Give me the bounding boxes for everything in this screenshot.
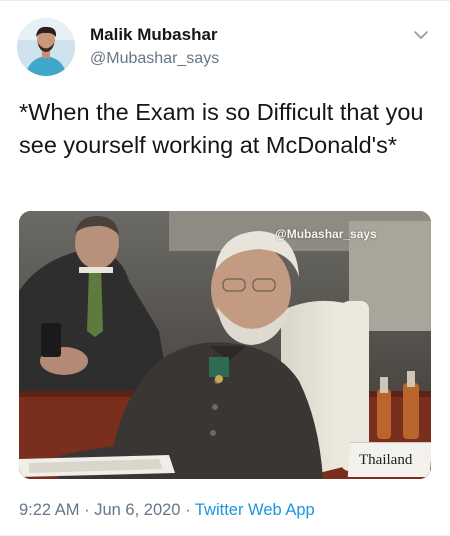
tweet-menu-button[interactable]	[410, 24, 432, 46]
tweet-card: Malik Mubashar @Mubashar_says *When the …	[0, 0, 450, 536]
tweet-date[interactable]: Jun 6, 2020	[94, 501, 180, 519]
user-handle[interactable]: @Mubashar_says	[90, 50, 219, 68]
meta-separator: ·	[84, 501, 90, 519]
nameplate-text: Thailand	[359, 452, 413, 468]
tweet-time[interactable]: 9:22 AM	[19, 501, 80, 519]
avatar-image	[17, 18, 75, 76]
display-name[interactable]: Malik Mubashar	[90, 25, 218, 45]
source-app-link[interactable]: Twitter Web App	[195, 501, 315, 519]
media-photo	[19, 211, 431, 479]
tweet-metadata: 9:22 AM · Jun 6, 2020 · Twitter Web App	[19, 501, 315, 520]
meta-separator: ·	[185, 501, 191, 519]
avatar[interactable]	[17, 18, 75, 76]
media-watermark: @Mubashar_says	[275, 227, 377, 241]
tweet-media[interactable]: @Mubashar_says Thailand	[19, 211, 431, 479]
chevron-down-icon	[414, 31, 428, 39]
tweet-text: *When the Exam is so Difficult that you …	[19, 99, 424, 158]
